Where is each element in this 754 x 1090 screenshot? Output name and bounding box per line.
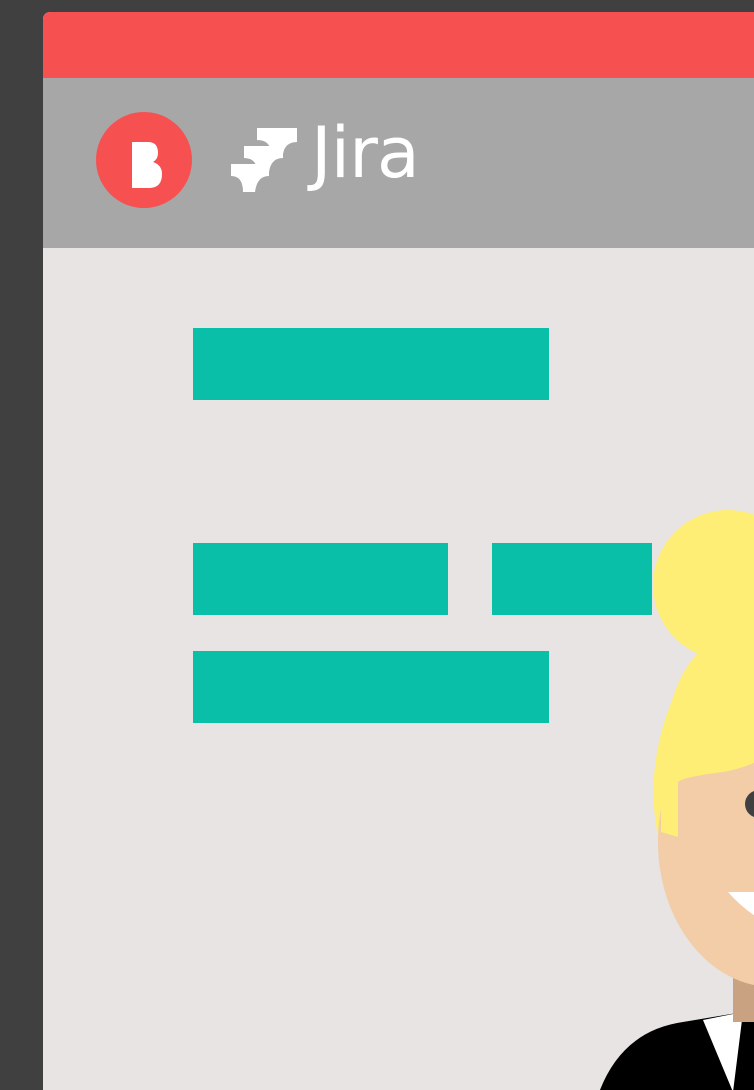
b-logo-glyph bbox=[132, 142, 162, 188]
window-titlebar bbox=[43, 12, 754, 78]
app-header: Jira bbox=[43, 78, 754, 248]
placeholder-bar bbox=[193, 543, 448, 615]
jira-logo-icon bbox=[231, 128, 299, 199]
app-window: Jira bbox=[43, 12, 754, 1090]
app-name: Jira bbox=[311, 112, 420, 194]
screen: Jira bbox=[0, 0, 754, 1090]
b-logo-icon[interactable] bbox=[96, 112, 192, 208]
placeholder-bar bbox=[193, 651, 549, 723]
person-illustration bbox=[583, 492, 754, 1090]
placeholder-bar bbox=[193, 328, 549, 400]
